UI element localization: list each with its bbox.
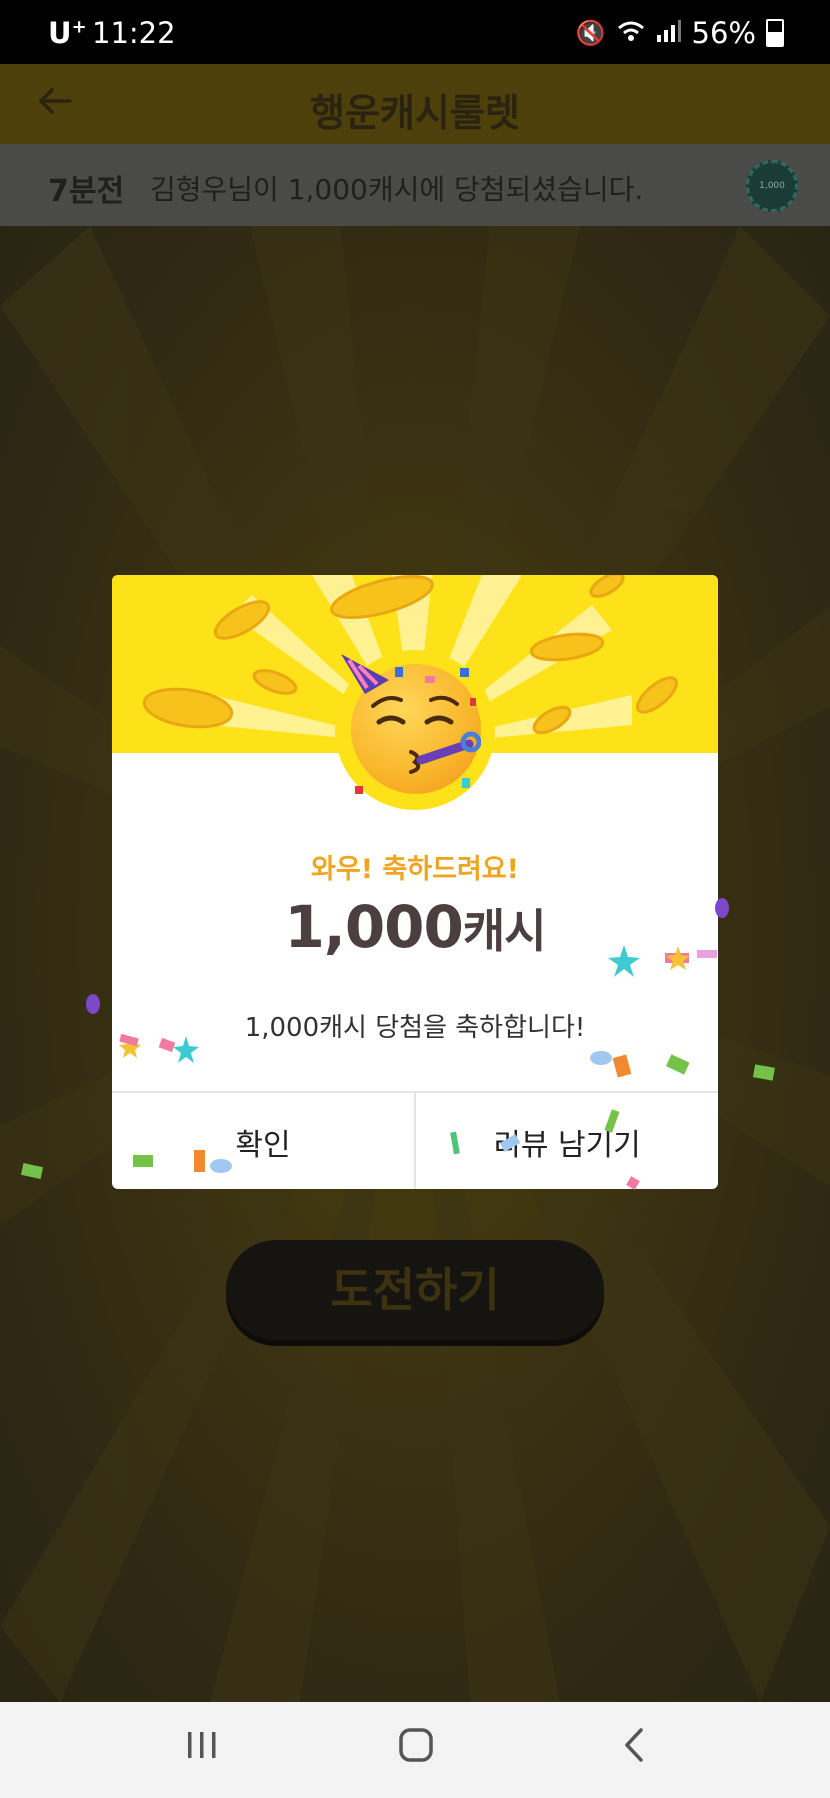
recent-apps-icon[interactable] [162,1726,242,1772]
status-bar: U+ 11:22 🔇 56% [0,0,830,64]
page-title: 행운캐시룰렛 [310,91,520,135]
congrats-heading: 와우! 축하드려요! [311,854,519,885]
party-hat-icon [341,654,389,694]
challenge-button[interactable]: 도전하기 [226,1240,604,1340]
winner-ticker: 7분전 김형우님이 1,000캐시에 당첨되셨습니다. 1,000 [0,144,830,226]
win-dialog: 와우! 축하드려요! 1,000캐시 1,000캐시 당첨을 축하합니다! 확인… [112,575,718,1189]
battery-level: 56% [691,16,756,50]
dialog-actions: 확인 리뷰 남기기 [112,1091,718,1189]
app-bar: 행운캐시룰렛 [0,64,830,144]
confirm-button[interactable]: 확인 [112,1093,414,1189]
carrier-label: U+ [48,16,87,50]
prize-number: 1,000 [284,893,463,961]
prize-amount: 1,000캐시 [112,893,718,961]
coin-icon: 1,000 [746,160,798,212]
prize-description: 1,000캐시 당첨을 축하합니다! [244,1013,586,1043]
wifi-icon [616,16,646,50]
home-icon[interactable] [376,1726,456,1774]
battery-icon [766,19,784,47]
emoji-badge [335,650,495,810]
ticker-time: 7분전 [48,174,125,209]
status-icons: 🔇 56% [576,16,784,50]
system-nav-bar [0,1702,830,1798]
write-review-button[interactable]: 리뷰 남기기 [414,1093,718,1189]
back-chevron-icon[interactable] [594,1726,674,1774]
ticker-message: 김형우님이 1,000캐시에 당첨되셨습니다. [150,173,644,206]
signal-icon [656,16,682,50]
prize-unit: 캐시 [462,904,547,958]
mute-icon: 🔇 [575,19,606,47]
clock: 11:22 [92,16,176,50]
